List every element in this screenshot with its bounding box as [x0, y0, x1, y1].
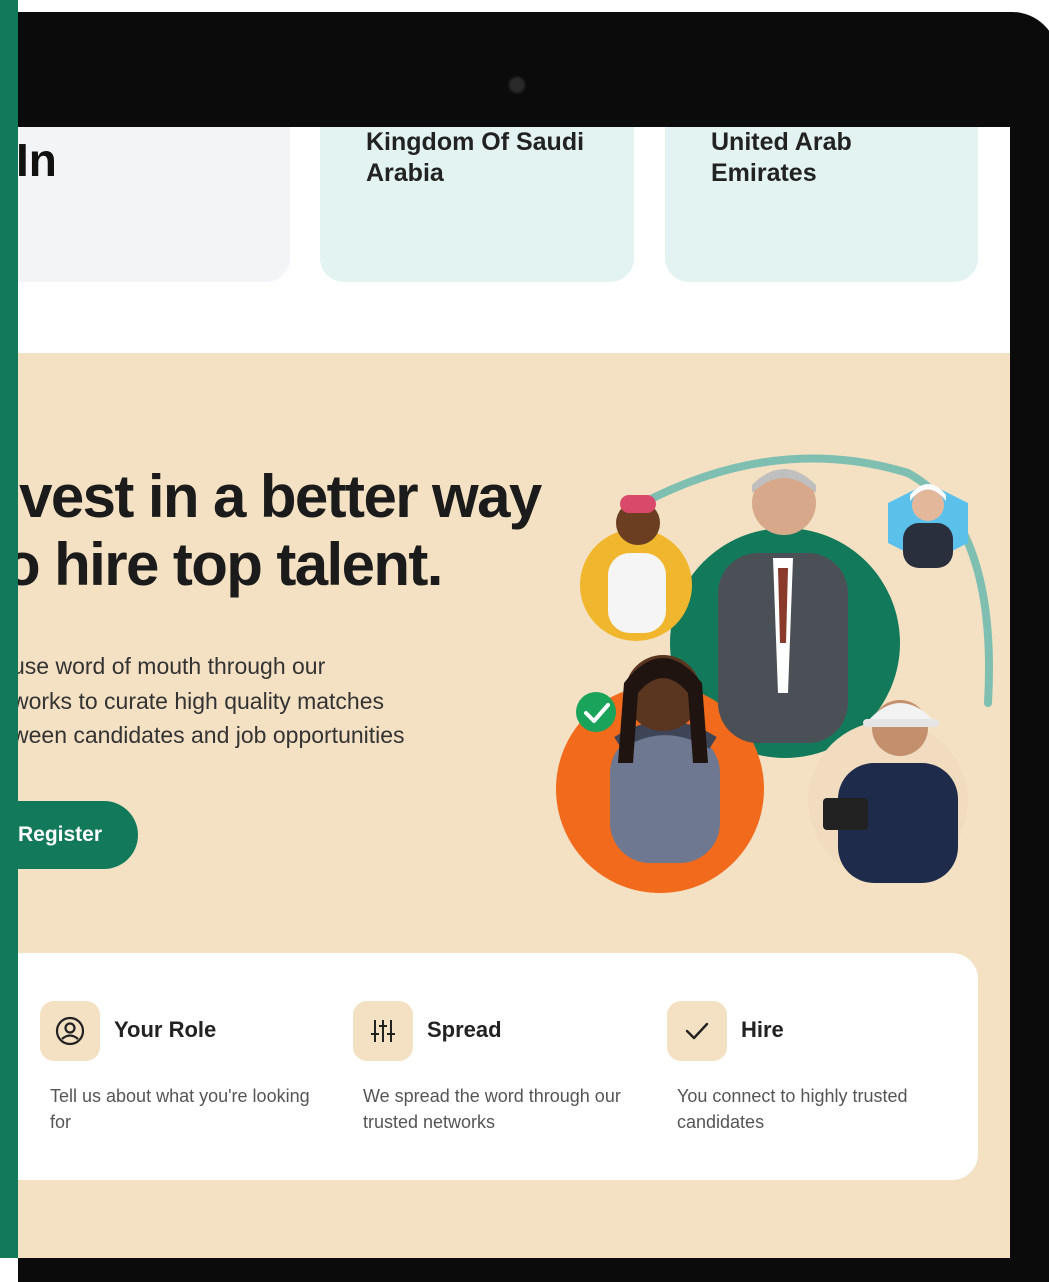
step-title: Spread — [427, 1017, 502, 1042]
subtext-line-3: ween candidates and job opportunities — [18, 722, 405, 748]
location-card-partial[interactable]: In — [18, 127, 290, 282]
check-icon — [667, 1001, 727, 1061]
location-card-uae[interactable]: United Arab Emirates — [665, 127, 978, 282]
step-title: Hire — [741, 1017, 784, 1042]
person-woman-yellow — [608, 495, 666, 633]
hero-section: ivest in a better way o hire top talent.… — [18, 353, 1010, 1258]
register-button[interactable]: Register — [18, 801, 138, 869]
saudi-line-2: Arabia — [366, 159, 444, 187]
step-description: Tell us about what you're looking for — [50, 1086, 310, 1132]
uae-line-1: United Arab — [711, 128, 852, 156]
location-card-uae-label: United Arab Emirates — [711, 127, 852, 189]
subtext-line-2: works to curate high quality matches — [18, 687, 385, 714]
person-businessman — [718, 469, 848, 743]
person-woman-hexagon — [903, 484, 953, 568]
step-description: We spread the word through our trusted n… — [363, 1086, 621, 1132]
uae-line-2: Emirates — [711, 159, 817, 187]
sliders-icon — [353, 1001, 413, 1061]
hero-headline: ivest in a better way o hire top talent. — [18, 463, 604, 599]
verified-badge-icon — [576, 692, 616, 732]
location-card-saudi-arabia[interactable]: Kingdom Of Saudi Arabia — [320, 127, 634, 282]
camera-icon — [508, 76, 526, 94]
step-title: Your Role — [114, 1017, 217, 1042]
hero-subtext: use word of mouth through our works to c… — [18, 649, 482, 753]
headline-line-2: o hire top talent. — [18, 531, 443, 598]
saudi-line-1: Kingdom Of Saudi — [366, 128, 585, 156]
hero-people-illustration — [556, 454, 993, 893]
subtext-line-1: use word of mouth through our — [18, 653, 326, 679]
user-circle-icon — [40, 1001, 100, 1061]
step-description: You connect to highly trusted candidates — [677, 1086, 908, 1132]
headline-line-1: ivest in a better way — [18, 463, 542, 530]
tablet-screen: In Kingdom Of Saudi Arabia United Arab E… — [18, 127, 1010, 1258]
location-card-saudi-label: Kingdom Of Saudi Arabia — [366, 127, 584, 189]
location-card-partial-text: In — [18, 134, 57, 186]
steps-card: Your Role Tell us about what you're look… — [18, 953, 978, 1180]
side-strip — [0, 0, 18, 1258]
